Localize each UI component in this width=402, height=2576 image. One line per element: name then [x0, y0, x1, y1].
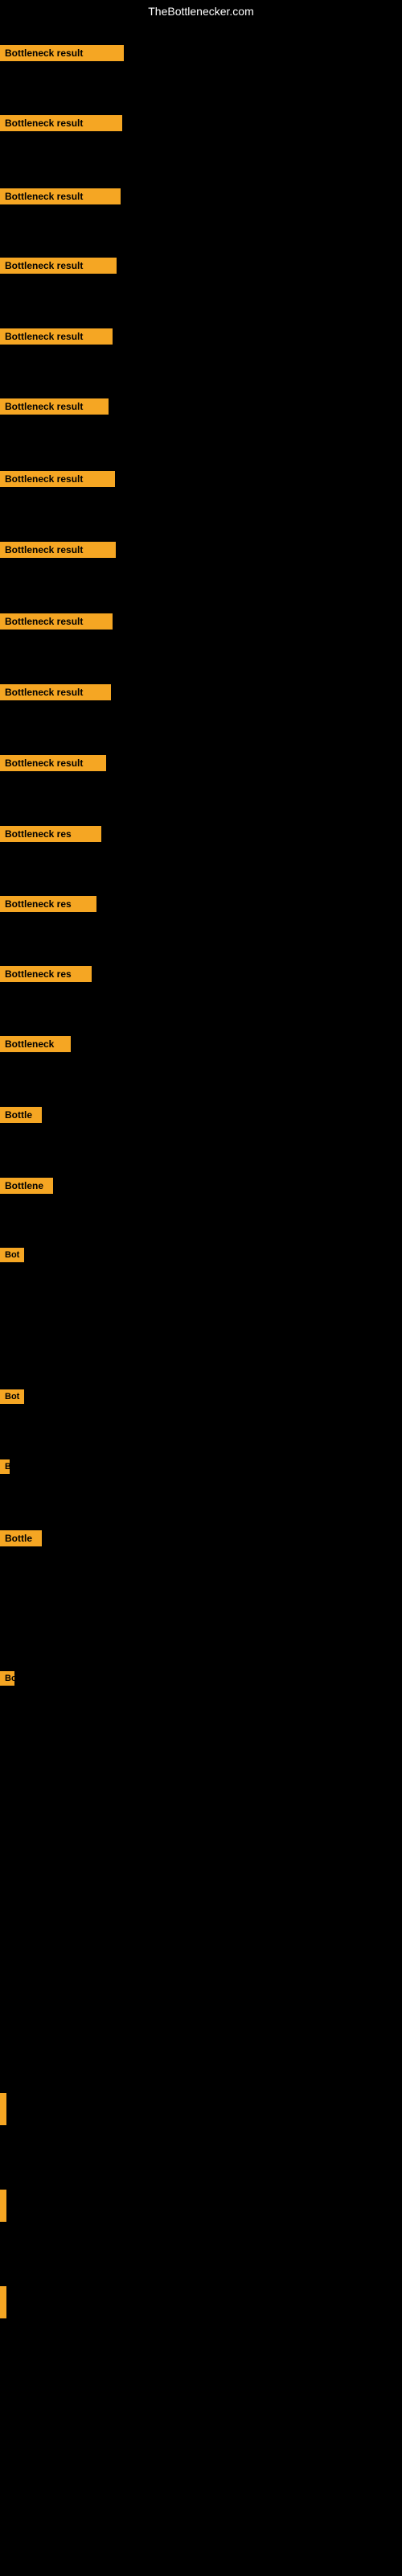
bottleneck-label-22: Bottle — [0, 1530, 42, 1546]
bottleneck-label-2: Bottleneck result — [0, 115, 122, 131]
bottleneck-label-11: Bottleneck result — [0, 755, 106, 771]
bottleneck-label-24: Bo — [0, 1671, 14, 1686]
bottleneck-label-5: Bottleneck result — [0, 328, 113, 345]
bottleneck-label-3: Bottleneck result — [0, 188, 121, 204]
bottleneck-label-9: Bottleneck result — [0, 613, 113, 630]
bottleneck-label-8: Bottleneck result — [0, 542, 116, 558]
bottleneck-label-20: Bot — [0, 1389, 24, 1404]
bottleneck-label-17: Bottlene — [0, 1178, 53, 1194]
bottleneck-label-16: Bottle — [0, 1107, 42, 1123]
bottleneck-label-12: Bottleneck res — [0, 826, 101, 842]
bottleneck-label-6: Bottleneck result — [0, 398, 109, 415]
bottleneck-label-13: Bottleneck res — [0, 896, 96, 912]
site-title: TheBottlenecker.com — [0, 0, 402, 23]
bottleneck-label-21: B — [0, 1459, 10, 1474]
bottleneck-label-14: Bottleneck res — [0, 966, 92, 982]
bottleneck-label-15: Bottleneck — [0, 1036, 71, 1052]
bottleneck-label-4: Bottleneck result — [0, 258, 117, 274]
bottleneck-label-10: Bottleneck result — [0, 684, 111, 700]
bottleneck-label-18: Bot — [0, 1248, 24, 1262]
small-bar-2 — [0, 2190, 6, 2222]
small-bar-1 — [0, 2093, 6, 2125]
small-bar-3 — [0, 2286, 6, 2318]
bottleneck-label-1: Bottleneck result — [0, 45, 124, 61]
page-wrapper: TheBottlenecker.com Bottleneck result Bot… — [0, 0, 402, 2576]
bottleneck-label-7: Bottleneck result — [0, 471, 115, 487]
